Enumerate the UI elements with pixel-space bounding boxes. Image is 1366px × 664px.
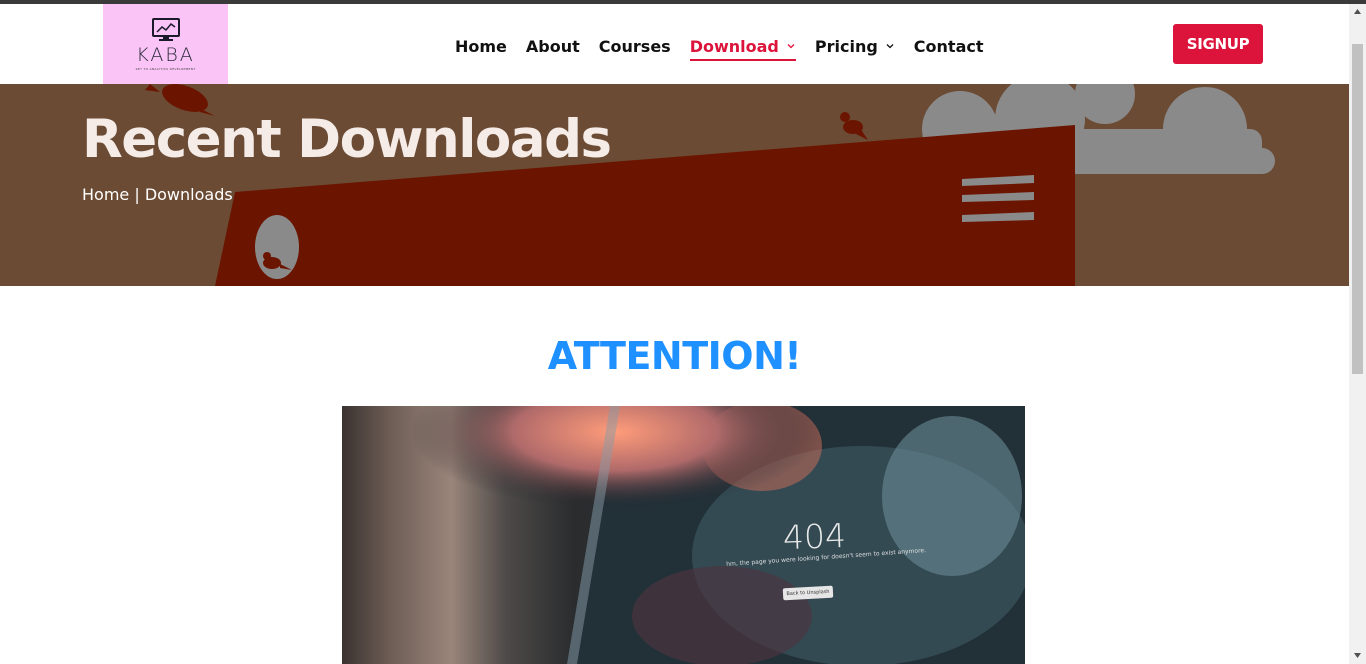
nav-label: Download [689,36,779,56]
menu-lines-icon [962,175,1034,222]
egg-shape [255,215,299,279]
nav-label: Courses [598,36,671,56]
nav-item-download[interactable]: Download [689,31,797,61]
site-logo[interactable]: KABA KEY TO ANALYTICS DEVELOPMENT [103,4,228,84]
nav-item-courses[interactable]: Courses [599,31,671,61]
scroll-thumb[interactable] [1352,44,1363,374]
chevron-down-icon [886,44,894,49]
nav-label: Home [455,36,507,56]
nav-item-pricing[interactable]: Pricing [815,31,895,61]
chevron-down-icon [787,44,795,49]
bird-icon [840,112,868,140]
logo-tagline: KEY TO ANALYTICS DEVELOPMENT [135,66,196,71]
scroll-up-icon[interactable] [1353,7,1362,16]
main-nav: Home About Courses Download Pricing Cont… [455,31,1003,61]
photo-background [342,406,1025,664]
nav-item-about[interactable]: About [526,31,580,61]
logo-text: KABA [136,43,195,66]
signup-button[interactable]: SIGNUP [1173,24,1263,64]
nav-label: Contact [913,36,984,56]
page-hero: Recent Downloads Home | Downloads [0,84,1349,286]
error-code: 404 [782,515,847,558]
scrollbar[interactable] [1349,4,1366,664]
attention-heading: ATTENTION! [547,334,802,378]
nav-item-home[interactable]: Home [455,31,507,61]
nav-label: Pricing [814,36,878,56]
monitor-chart-icon [151,17,180,41]
site-header: KABA KEY TO ANALYTICS DEVELOPMENT Home A… [0,4,1349,84]
breadcrumb: Home | Downloads [82,185,233,204]
nav-label: About [525,36,580,56]
page-title: Recent Downloads [82,109,612,170]
scroll-down-icon[interactable] [1353,651,1362,660]
nav-item-contact[interactable]: Contact [914,31,984,61]
laptop-404-photo: 404 hm, the page you were looking for do… [342,406,1025,664]
